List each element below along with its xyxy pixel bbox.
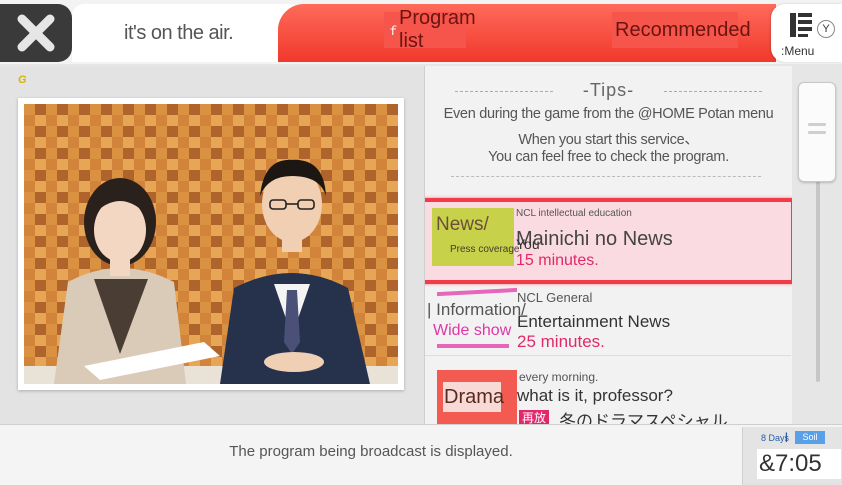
genre-label: | Information/ [427, 300, 526, 319]
program-duration: 15 minutes. [516, 252, 599, 269]
program-subtitle: You [516, 236, 540, 252]
tab-program-list-label: Program list [399, 7, 476, 52]
program-item-news[interactable]: News/ Press coverage NCL intellectual ed… [425, 198, 792, 284]
menu-book-icon [790, 13, 812, 37]
page-title-tab: it's on the air. [72, 4, 304, 62]
program-title: what is it, professor? [517, 386, 673, 405]
grip-line [808, 123, 826, 126]
clock-panel: 8 Days | Soil &7:05 [742, 427, 842, 485]
tips-divider [451, 176, 761, 177]
scrollbar-thumb[interactable] [798, 82, 836, 182]
program-subtitle: 冬のドラマスペシャル [559, 412, 728, 424]
subgenre-label: Press coverage [450, 244, 520, 255]
tab-program-list[interactable]: ｆ Program list [384, 7, 476, 52]
program-duration: 25 minutes. [517, 332, 605, 351]
broadcast-image [24, 104, 398, 384]
rebroadcast-tag: 再放 [519, 410, 550, 424]
program-item-information[interactable]: | Information/ Wide show NCL General Ent… [425, 286, 791, 356]
tab-recommended-label: Recommended [615, 18, 751, 41]
tab-program-list-marker: ｆ [387, 23, 400, 38]
tips-title: -Tips- [425, 80, 792, 101]
video-preview[interactable] [18, 98, 404, 390]
program-category: NCL intellectual education [516, 208, 632, 219]
genre-label: News/ [436, 214, 489, 235]
y-button-badge: Y [817, 20, 835, 38]
menu-label: :Menu [781, 44, 815, 58]
program-category: every morning. [519, 370, 599, 384]
program-category: NCL General [517, 290, 593, 305]
day-separator: | [785, 432, 788, 443]
close-button[interactable] [0, 4, 72, 62]
day-badge: Soil [795, 431, 825, 444]
tips-line: When you start this service、 [518, 132, 699, 148]
genre-stripe-bottom [437, 344, 509, 348]
tips-line: You can feel free to check the program. [488, 149, 729, 165]
top-bar: it's on the air. ｆ Program list Recommend… [0, 0, 842, 64]
menu-button[interactable]: Y :Menu [771, 4, 842, 62]
genre-label: Drama [444, 386, 505, 408]
program-item-drama[interactable]: Drama every morning. what is it, profess… [425, 360, 791, 424]
tab-recommended[interactable]: Recommended [612, 12, 751, 48]
clock-time: &7:05 [757, 449, 841, 479]
program-title: Entertainment News [517, 312, 671, 331]
page-title: it's on the air. [124, 22, 234, 44]
close-x-icon [17, 14, 55, 52]
genre-stripe-top [437, 287, 517, 297]
scrollbar[interactable] [792, 66, 842, 424]
program-list-panel: -Tips- Even during the game from the @HO… [424, 66, 792, 424]
tips-line: Even during the game from the @HOME Pota… [443, 106, 774, 122]
status-bar: The program being broadcast is displayed… [0, 424, 842, 485]
scrollbar-rail [816, 166, 820, 382]
status-message: The program being broadcast is displayed… [229, 443, 513, 460]
grip-line [808, 131, 826, 134]
video-panel: G [0, 66, 424, 424]
channel-badge: G [18, 74, 27, 86]
subgenre-label: Wide show [433, 322, 512, 339]
